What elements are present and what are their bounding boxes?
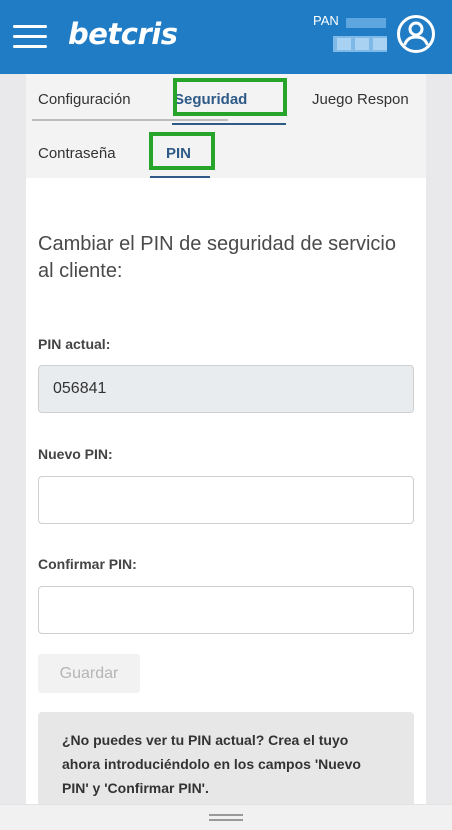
top-header: betcris PAN [0, 0, 452, 74]
highlight-box-pin [149, 132, 215, 170]
account-label: PAN [313, 13, 339, 28]
tab-scroll-indicator [32, 119, 228, 121]
info-message: ¿No puedes ver tu PIN actual? Crea el tu… [38, 712, 414, 804]
account-balance-redacted [333, 36, 387, 52]
tab-active-underline [172, 123, 286, 125]
current-pin-label: PIN actual: [38, 336, 111, 352]
account-number-redacted [346, 18, 386, 28]
save-button[interactable]: Guardar [38, 654, 140, 693]
tab-juego-responsable[interactable]: Juego Respon [312, 91, 409, 108]
betcris-logo[interactable]: betcris [68, 17, 178, 51]
user-circle-icon[interactable] [396, 14, 436, 54]
tab-contrasena[interactable]: Contraseña [38, 145, 116, 162]
new-pin-label: Nuevo PIN: [38, 446, 113, 462]
form-title: Cambiar el PIN de seguridad de servicio … [38, 233, 396, 282]
confirm-pin-label: Confirmar PIN: [38, 556, 137, 572]
account-info[interactable]: PAN [313, 10, 393, 52]
tab-configuracion[interactable]: Configuración [38, 91, 131, 108]
highlight-box-seguridad [173, 78, 287, 116]
settings-tabs: Configuración Seguridad Juego Respon Con… [26, 74, 426, 178]
subtab-active-underline [150, 176, 210, 178]
security-settings-panel: Configuración Seguridad Juego Respon Con… [26, 74, 426, 804]
current-pin-field: 056841 [38, 365, 414, 413]
bottom-bar [0, 804, 452, 830]
hamburger-menu-icon[interactable] [13, 25, 47, 49]
new-pin-field[interactable] [38, 476, 414, 524]
confirm-pin-field[interactable] [38, 586, 414, 634]
drag-handle-icon[interactable] [209, 814, 243, 822]
